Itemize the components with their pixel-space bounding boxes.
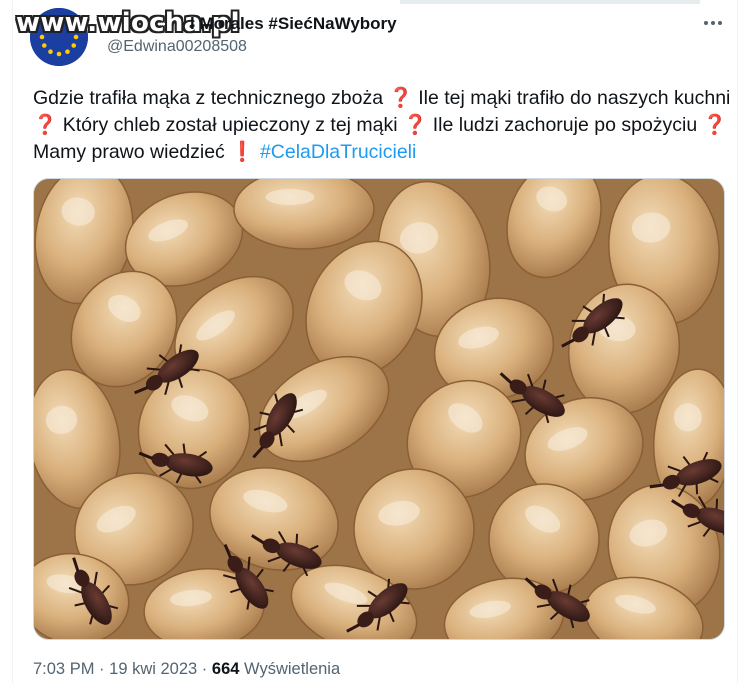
- flag-star: [65, 49, 70, 55]
- question-mark-emoji: ❓: [388, 87, 413, 109]
- tweet-segment: Mamy prawo wiedzieć: [33, 141, 225, 163]
- tweet-segment: Który chleb został upieczony z tej mąki: [62, 114, 398, 136]
- more-dot: [711, 21, 715, 25]
- tweet-time[interactable]: 7:03 PM: [33, 660, 94, 678]
- question-mark-emoji: ❓: [403, 114, 428, 136]
- hashtag-link[interactable]: #CelaDlaTrucicieli: [260, 141, 416, 163]
- author-display-name[interactable]: l Morales #SiećNaWybory: [190, 14, 397, 34]
- exclamation-mark-emoji: ❗: [230, 141, 255, 163]
- grain-highlight: [265, 189, 315, 205]
- question-mark-emoji: ❓: [33, 114, 58, 136]
- question-mark-emoji: ❓: [702, 114, 727, 136]
- meta-separator: ·: [99, 660, 105, 678]
- tweet-meta: 7:03 PM · 19 kwi 2023 · 664 Wyświetlenia: [33, 660, 340, 679]
- tweet-photo[interactable]: [33, 178, 725, 640]
- tweet-segment: Ile ludzi zachoruje po spożyciu: [432, 114, 698, 136]
- tweet-text: Gdzie trafiła mąka z technicznego zboża …: [33, 85, 733, 166]
- meta-separator: ·: [201, 660, 208, 678]
- more-dot: [718, 21, 722, 25]
- tweet-segment: Ile tej mąki trafiło do naszych kuchni: [418, 87, 731, 109]
- flag-star: [48, 49, 53, 55]
- flag-star: [71, 43, 77, 48]
- views-count: 664: [211, 660, 240, 678]
- tweet-date[interactable]: 19 kwi 2023: [109, 660, 197, 678]
- more-horizontal-icon: [704, 21, 708, 25]
- previous-tweet-edge: [400, 0, 700, 4]
- tweet-segment: Gdzie trafiła mąka z technicznego zboża: [33, 87, 384, 109]
- more-options-button[interactable]: [698, 8, 728, 38]
- wheat-grains-with-weevils-image: [34, 179, 724, 639]
- flag-star: [56, 51, 62, 57]
- author-handle[interactable]: @Edwina00208508: [107, 38, 247, 56]
- views-label: Wyświetlenia: [244, 660, 341, 678]
- flag-star: [41, 43, 47, 48]
